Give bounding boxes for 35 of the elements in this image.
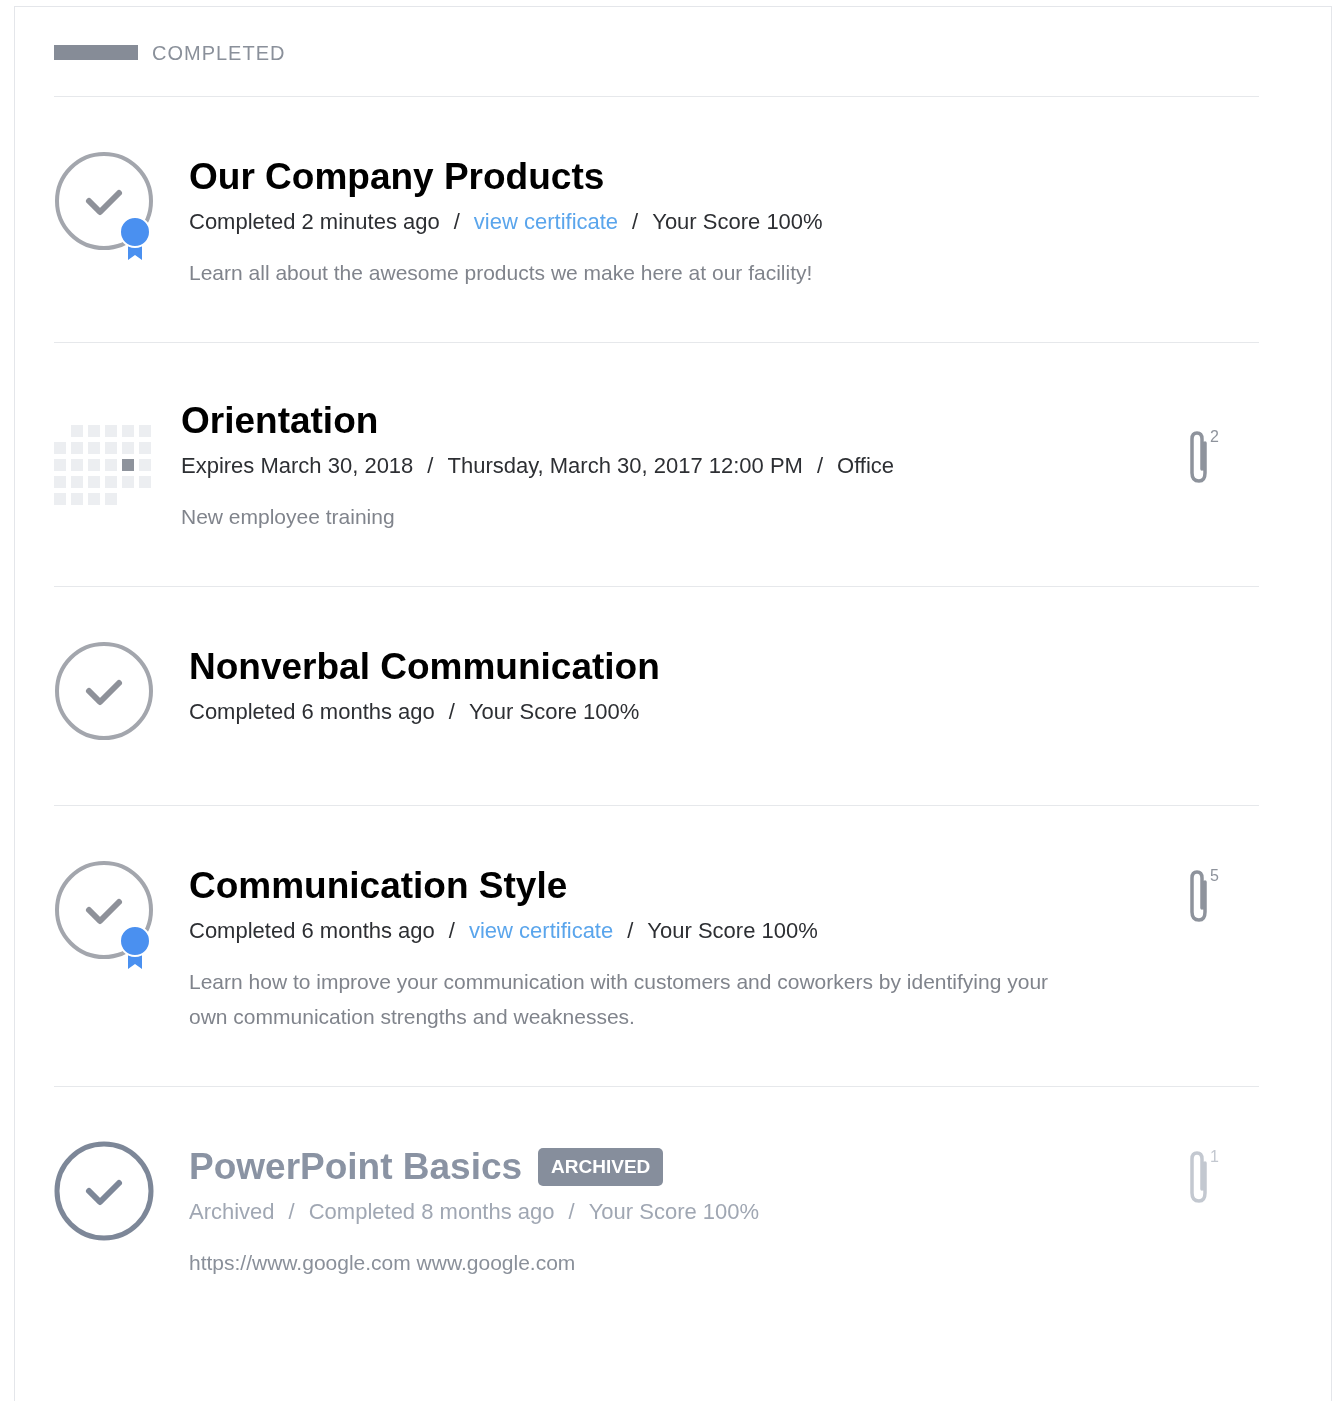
- attachment-count: 1: [1210, 1149, 1219, 1165]
- course-title[interactable]: Our Company Products: [189, 153, 605, 201]
- course-description: New employee training: [181, 504, 396, 530]
- section-title: COMPLETED: [152, 40, 286, 66]
- attachment-count: 2: [1210, 429, 1219, 445]
- meta-separator: /: [453, 208, 460, 236]
- meta-separator: /: [288, 1198, 295, 1226]
- meta-text: Your Score 100%: [647, 917, 818, 945]
- meta-text: Office: [837, 452, 895, 480]
- meta-text: Completed 6 months ago: [189, 698, 435, 726]
- meta-separator: /: [448, 698, 455, 726]
- meta-text: Your Score 100%: [468, 698, 640, 726]
- meta-text: Completed 2 minutes ago: [189, 208, 440, 236]
- status-badge: ARCHIVED: [538, 1147, 664, 1187]
- calendar-grid-icon: [54, 425, 154, 505]
- meta-text: Your Score 100%: [652, 208, 823, 236]
- meta-text: Completed 8 months ago: [308, 1198, 555, 1226]
- meta-text: Completed 6 months ago: [189, 917, 435, 945]
- meta-text: Thursday, March 30, 2017 12:00 PM: [447, 452, 803, 480]
- meta-text: Expires March 30, 2018: [181, 452, 414, 480]
- meta-separator: /: [632, 208, 639, 236]
- meta-text: Archived: [189, 1198, 275, 1226]
- course-description: Learn how to improve your communication with customers and coworkers by identifying your own communication strengths and weaknesses.: [189, 969, 1050, 1030]
- meta-separator: /: [816, 452, 824, 480]
- course-title[interactable]: Nonverbal Communication: [189, 643, 660, 691]
- course-title[interactable]: Orientation: [181, 397, 379, 445]
- course-description: https://www.google.com www.google.com: [189, 1250, 577, 1276]
- course-title[interactable]: Communication Style: [189, 862, 568, 910]
- meta-separator: /: [427, 452, 434, 480]
- meta-separator: /: [568, 1198, 575, 1226]
- meta-separator: /: [448, 917, 455, 945]
- meta-text: Your Score 100%: [588, 1198, 760, 1226]
- course-description: Learn all about the awesome products we make here at our facility!: [189, 260, 814, 286]
- meta-separator: /: [627, 917, 634, 945]
- attachment-count: 5: [1210, 868, 1219, 884]
